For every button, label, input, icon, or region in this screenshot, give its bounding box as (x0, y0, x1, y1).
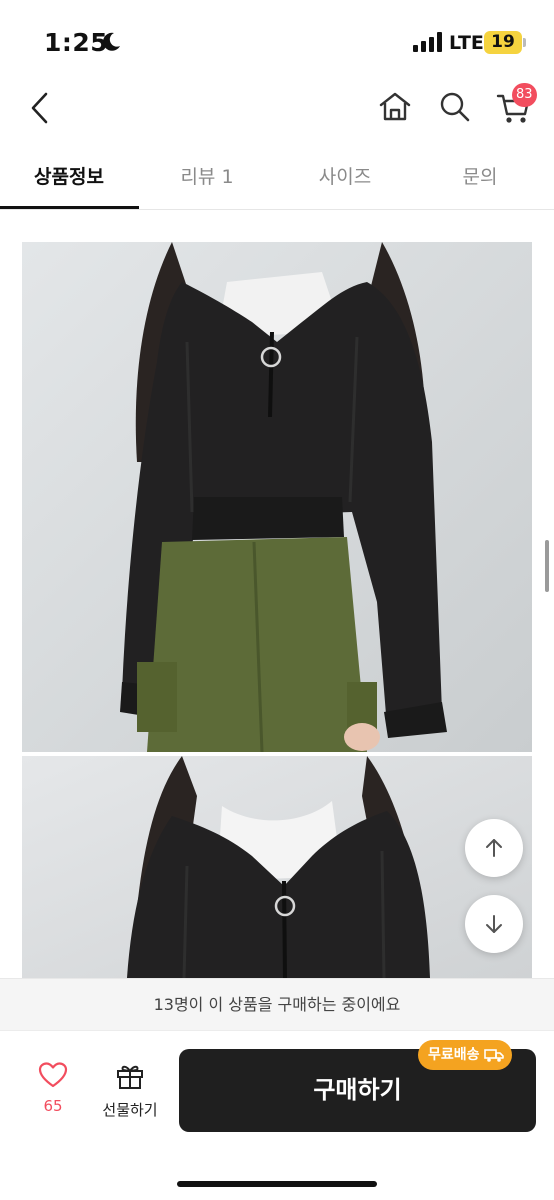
free-shipping-label: 무료배송 (428, 1047, 480, 1063)
tab-bar: 상품정보 리뷰 1 사이즈 문의 (0, 140, 554, 210)
tab-size[interactable]: 사이즈 (276, 162, 414, 189)
tab-inquiry[interactable]: 문의 (411, 162, 549, 189)
tab-product-info[interactable]: 상품정보 (0, 162, 138, 189)
network-label: LTE (449, 32, 484, 54)
like-count: 65 (43, 1097, 63, 1115)
battery-indicator: 19 (484, 31, 522, 54)
purchase-notice: 13명이 이 상품을 구매하는 중이에요 (0, 978, 554, 1030)
cart-badge: 83 (512, 83, 537, 107)
tab-reviews[interactable]: 리뷰 1 (138, 162, 276, 189)
like-button[interactable]: 65 (20, 1061, 86, 1115)
battery-tip (523, 38, 526, 47)
arrow-down-icon (486, 915, 502, 933)
nav-bar (0, 80, 554, 140)
moon-icon (103, 32, 120, 51)
tab-active-indicator (0, 206, 139, 209)
scroll-down-button[interactable] (465, 895, 523, 953)
truck-icon (483, 1049, 504, 1062)
gift-button[interactable]: 선물하기 (96, 1061, 164, 1120)
signal-icon (413, 32, 442, 52)
scroll-up-button[interactable] (465, 819, 523, 877)
status-time: 1:25 (44, 28, 109, 57)
status-bar: 1:25 LTE 19 (0, 0, 554, 80)
home-icon[interactable] (376, 88, 414, 126)
search-icon[interactable] (436, 88, 474, 126)
home-indicator (177, 1181, 377, 1187)
gift-label: 선물하기 (102, 1101, 158, 1119)
scrollbar[interactable] (545, 540, 549, 592)
chevron-left-icon[interactable] (26, 90, 56, 126)
heart-icon (38, 1062, 68, 1088)
product-image-1 (22, 242, 532, 752)
product-image-2 (22, 756, 532, 978)
gift-icon (117, 1065, 143, 1089)
arrow-up-icon (486, 839, 502, 857)
free-shipping-badge: 무료배송 (418, 1040, 512, 1070)
